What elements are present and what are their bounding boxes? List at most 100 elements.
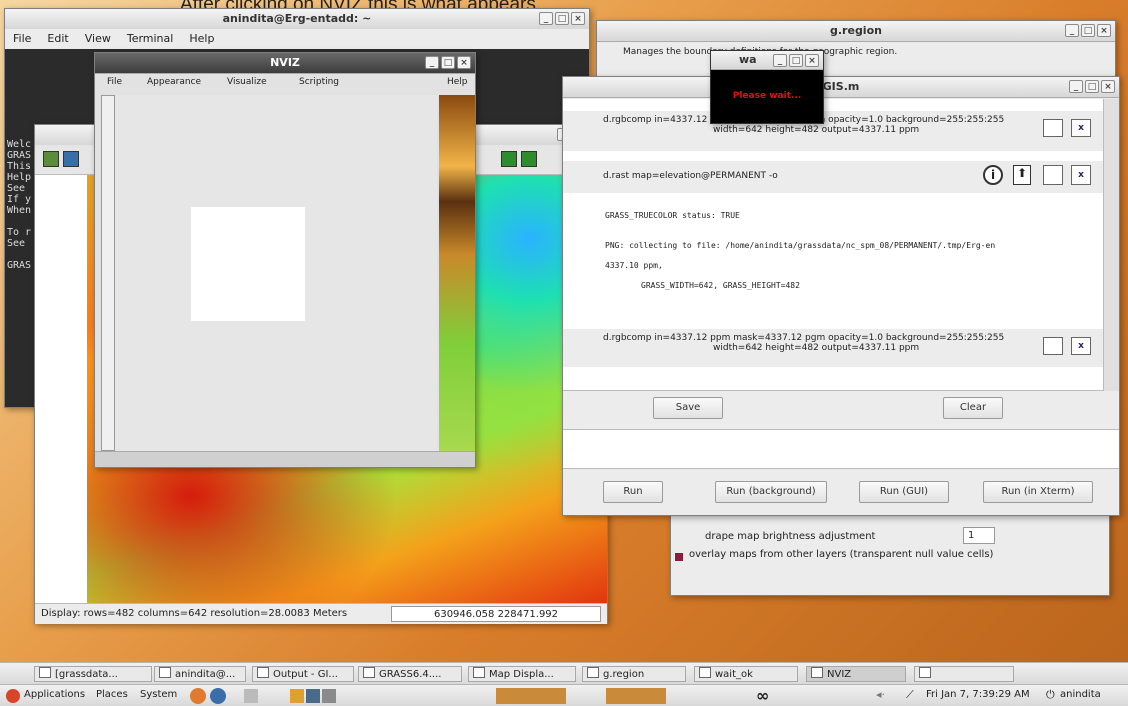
terminal-icon <box>159 667 171 678</box>
nviz-menu-visualize[interactable]: Visualize <box>227 77 267 87</box>
minimize-icon[interactable]: _ <box>1069 80 1083 93</box>
gnome-panel: Applications Places System ∞ ◂· ⟋ Fri Ja… <box>0 684 1128 706</box>
launcher-icon[interactable] <box>290 689 304 703</box>
nviz-menu-scripting[interactable]: Scripting <box>299 77 339 87</box>
help-icon[interactable] <box>210 688 226 704</box>
terminal-title: anindita@Erg-entadd: ~ <box>222 12 372 25</box>
run-xterm-button[interactable]: Run (in Xterm) <box>983 481 1093 503</box>
volume-icon[interactable]: ◂· <box>876 688 885 701</box>
nviz-panel-scrollbar[interactable] <box>101 95 115 451</box>
window-icon[interactable] <box>1043 119 1063 137</box>
minimize-icon[interactable]: _ <box>773 54 787 67</box>
nviz-window: NVIZ _ □ × File Appearance Visualize Scr… <box>94 52 476 468</box>
applications-menu-icon[interactable] <box>6 689 20 703</box>
nviz-menu-appearance[interactable]: Appearance <box>147 77 201 87</box>
overlay-checkbox[interactable] <box>675 553 683 561</box>
window-list-bar: [grassdata... anindita@... Output - GI..… <box>0 662 1128 684</box>
user-menu[interactable]: anindita <box>1060 689 1101 700</box>
network-icon[interactable]: ⟋ <box>906 688 914 702</box>
launcher-icon[interactable] <box>306 689 320 703</box>
output-scrollbar[interactable] <box>1103 99 1119 391</box>
close-icon[interactable]: × <box>457 56 471 69</box>
g-region-titlebar[interactable]: g.region _ □ × <box>597 21 1115 42</box>
zoom-icon[interactable] <box>43 151 59 167</box>
close-icon[interactable]: × <box>571 12 585 25</box>
places-menu[interactable]: Places <box>96 689 128 700</box>
nviz-titlebar[interactable]: NVIZ _ □ × <box>95 53 475 74</box>
workspace-icon[interactable] <box>606 688 666 704</box>
command-row: d.rast map=elevation@PERMANENT -o i ⬆ x <box>563 161 1103 193</box>
maximize-icon[interactable]: □ <box>1081 24 1095 37</box>
window-icon <box>587 667 599 678</box>
wait-window: wa _ □ × Please wait... <box>710 50 824 124</box>
taskbar-item-grassdata[interactable]: [grassdata... <box>34 666 152 682</box>
close-command-icon[interactable]: x <box>1071 119 1091 137</box>
overlay-icon[interactable] <box>501 151 517 167</box>
maximize-icon[interactable]: □ <box>1085 80 1099 93</box>
workspace-icon[interactable] <box>496 688 566 704</box>
taskbar-item-wait-ok[interactable]: wait_ok <box>694 666 798 682</box>
taskbar-label: Output - GI... <box>273 669 338 680</box>
taskbar-item-output[interactable]: Output - GI... <box>252 666 354 682</box>
taskbar-item-terminal[interactable]: anindita@... <box>154 666 246 682</box>
menu-edit[interactable]: Edit <box>47 32 68 46</box>
output-pane[interactable]: d.rgbcomp in=4337.12 ppm mask=4337.12 pg… <box>563 99 1103 391</box>
command-input[interactable] <box>563 429 1119 469</box>
menu-help[interactable]: Help <box>189 32 214 46</box>
maximize-icon[interactable]: □ <box>789 54 803 67</box>
system-menu[interactable]: System <box>140 689 177 700</box>
wait-titlebar[interactable]: wa _ □ × <box>711 51 823 70</box>
log-line: GRASS_WIDTH=642, GRASS_HEIGHT=482 <box>641 281 800 290</box>
maximize-icon[interactable]: □ <box>441 56 455 69</box>
browser-icon[interactable] <box>190 688 206 704</box>
menu-terminal[interactable]: Terminal <box>127 32 174 46</box>
menu-view[interactable]: View <box>85 32 111 46</box>
save-button[interactable]: Save <box>653 397 723 419</box>
close-icon[interactable]: × <box>1097 24 1111 37</box>
taskbar-item-map-display[interactable]: Map Displa... <box>468 666 576 682</box>
window-icon <box>473 667 485 678</box>
clear-button[interactable]: Clear <box>943 397 1003 419</box>
run-background-button[interactable]: Run (background) <box>715 481 827 503</box>
g-region-window: g.region _ □ × Manages the boundary defi… <box>596 20 1116 80</box>
taskbar-label: g.region <box>603 669 645 680</box>
window-icon[interactable] <box>1043 165 1063 185</box>
drape-brightness-label: drape map brightness adjustment <box>705 531 876 542</box>
log-line: 4337.10 ppm, <box>605 261 663 270</box>
drape-brightness-spinner[interactable]: 1 <box>963 527 995 544</box>
overlay-label: overlay maps from other layers (transpar… <box>689 549 994 560</box>
taskbar-item-g-region[interactable]: g.region <box>582 666 686 682</box>
minimize-icon[interactable]: _ <box>539 12 553 25</box>
editor-icon[interactable] <box>244 689 258 703</box>
menu-file[interactable]: File <box>13 32 31 46</box>
terminal-titlebar[interactable]: anindita@Erg-entadd: ~ _ □ × <box>5 9 589 30</box>
nviz-menu-file[interactable]: File <box>107 77 122 87</box>
run-button[interactable]: Run <box>603 481 663 503</box>
gis-output-titlebar[interactable]: GIS.m _ □ × <box>563 77 1119 98</box>
power-icon[interactable]: ⏻ <box>1046 688 1055 702</box>
nviz-menu-help[interactable]: Help <box>447 77 468 87</box>
overlay2-icon[interactable] <box>521 151 537 167</box>
nviz-title: NVIZ <box>270 56 300 69</box>
info-icon[interactable]: i <box>983 165 1003 185</box>
g-region-title: g.region <box>830 24 882 37</box>
nviz-3d-canvas[interactable] <box>439 95 475 451</box>
window-icon[interactable] <box>1043 337 1063 355</box>
close-command-icon[interactable]: x <box>1071 337 1091 355</box>
launcher-icon[interactable] <box>322 689 336 703</box>
pan-icon[interactable] <box>63 151 79 167</box>
applications-menu[interactable]: Applications <box>24 689 85 700</box>
close-icon[interactable]: × <box>1101 80 1115 93</box>
clock[interactable]: Fri Jan 7, 7:39:29 AM <box>926 689 1030 700</box>
minimize-icon[interactable]: _ <box>1065 24 1079 37</box>
command-text: d.rgbcomp in=4337.12 ppm mask=4337.12 pg… <box>603 333 1005 343</box>
run-gui-button[interactable]: Run (GUI) <box>859 481 949 503</box>
upload-icon[interactable]: ⬆ <box>1013 165 1031 185</box>
taskbar-item-blank[interactable] <box>914 666 1014 682</box>
close-command-icon[interactable]: x <box>1071 165 1091 185</box>
taskbar-item-nviz[interactable]: NVIZ <box>806 666 906 682</box>
taskbar-item-grass[interactable]: GRASS6.4.... <box>358 666 462 682</box>
close-icon[interactable]: × <box>805 54 819 67</box>
minimize-icon[interactable]: _ <box>425 56 439 69</box>
maximize-icon[interactable]: □ <box>555 12 569 25</box>
